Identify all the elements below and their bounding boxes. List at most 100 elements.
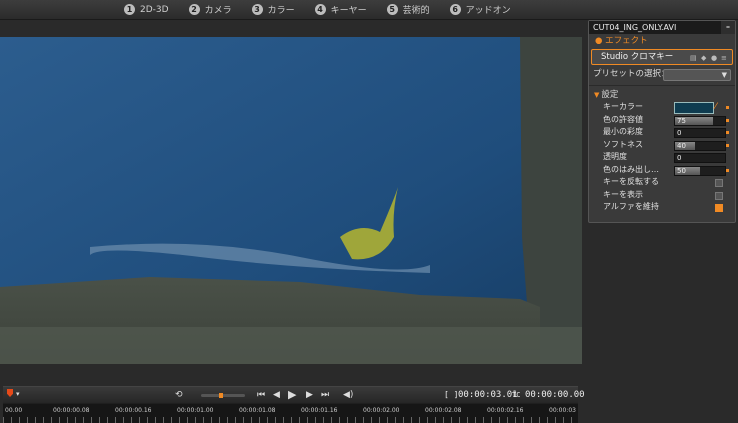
keep-alpha-row: アルファを維持 [589, 201, 735, 214]
transparency-row: 透明度 0 [589, 151, 735, 164]
transparency-label: 透明度 [603, 152, 627, 161]
shuttle-slider[interactable] [201, 393, 245, 398]
spill-slider[interactable]: 50 [674, 165, 726, 176]
eyedropper-icon[interactable]: ⁄ [715, 101, 717, 114]
keyframe-dot[interactable] [726, 118, 729, 122]
key-color-swatch[interactable] [674, 102, 714, 114]
shuttle-knob[interactable] [219, 393, 223, 398]
ruler-label: 00:00:00.16 [115, 407, 152, 414]
go-to-end-icon[interactable]: ⏭ [321, 390, 329, 400]
invert-key-checkbox[interactable] [715, 179, 723, 187]
step-forward-icon[interactable]: ▶ [306, 390, 313, 400]
tab-number: 1 [124, 4, 135, 15]
min-saturation-slider[interactable]: 0 [674, 128, 726, 138]
play-icon[interactable]: ▶ [288, 388, 296, 401]
keyframe-dot[interactable] [726, 168, 729, 172]
tab-number: 6 [449, 4, 461, 15]
min-saturation-label: 最小の彩度 [603, 127, 643, 136]
keep-alpha-label: アルファを維持 [603, 202, 659, 211]
ruler-label: 00:00:02.08 [425, 407, 462, 414]
tab-label: 芸術的 [402, 6, 430, 16]
key-color-row: キーカラー ⁄ [589, 101, 735, 114]
spill-row: 色のはみ出し… 50 [589, 164, 735, 177]
tolerance-row: 色の許容値 75 [589, 114, 735, 127]
keep-alpha-checkbox[interactable] [715, 204, 723, 212]
volume-icon[interactable]: ◀) [343, 390, 353, 400]
step-back-icon[interactable]: ◀ [273, 390, 280, 400]
chevron-down-icon: ▼ [721, 71, 727, 79]
preset-row: プリセットの選択： ▼ [589, 67, 735, 82]
show-key-checkbox[interactable] [715, 191, 723, 200]
ruler-label: 00.00 [5, 407, 23, 414]
tab-number: 3 [251, 4, 263, 15]
toggle-icon[interactable]: ● [711, 51, 717, 65]
keyframe-icon[interactable]: ◆ [701, 51, 706, 65]
triangle-down-icon: ▼ [594, 91, 600, 99]
softness-slider[interactable]: 40 [674, 140, 726, 151]
loop-icon[interactable]: ⟲ [175, 390, 183, 400]
spill-value: 50 [677, 166, 686, 175]
min-saturation-row: 最小の彩度 0 [589, 126, 735, 139]
effect-settings-panel: CUT04_ING_ONLY.AVI – ● エフェクト Studio クロマキ… [588, 20, 736, 223]
tolerance-slider[interactable]: 75 [674, 115, 726, 126]
min-saturation-value: 0 [677, 129, 682, 137]
tab-2d-3d[interactable]: 1 2D-3D [124, 4, 169, 15]
go-to-start-icon[interactable]: ⏮ [257, 390, 265, 400]
duration-value: 00:00:03.01 [458, 390, 518, 400]
tab-label: カラー [267, 6, 295, 16]
settings-header[interactable]: ▼ 設定 [589, 89, 735, 101]
tab-number: 4 [314, 4, 326, 15]
tab-number: 2 [188, 4, 200, 15]
marker-dropdown-icon[interactable]: ▾ [16, 390, 20, 398]
tab-keyer[interactable]: 4 キーヤー [314, 3, 367, 16]
effect-name: Studio クロマキー [601, 52, 674, 62]
settings-label: 設定 [601, 90, 619, 100]
transport-bar: ▾ ⟲ ⏮ ◀ ▶ ▶ ⏭ ◀) [ ] 00:00:03.01 TC 00:0… [3, 387, 585, 403]
duration-icon: [ ] [444, 390, 459, 399]
category-tabs: 1 2D-3D 2 カメラ 3 カラー 4 キーヤー 5 芸術的 6 アッドオン [124, 0, 531, 19]
tab-label: キーヤー [330, 6, 367, 16]
preset-dropdown[interactable]: ▼ [663, 69, 731, 81]
invert-key-row: キーを反転する [589, 176, 735, 189]
effects-section-header[interactable]: ● エフェクト [589, 34, 735, 49]
timeline-ruler[interactable]: 00.00 00:00:00.08 00:00:00.16 00:00:01.0… [3, 404, 578, 423]
marker-icon[interactable] [7, 389, 13, 397]
softness-value: 40 [677, 141, 686, 150]
tab-label: 2D-3D [140, 4, 169, 15]
ruler-label: 00:00:03 [549, 407, 576, 414]
timecode-value: 00:00:00.00 [525, 390, 585, 400]
trash-icon[interactable]: ▤ [690, 51, 697, 65]
preview-frame-image [0, 37, 582, 364]
menu-icon[interactable]: ≡ [721, 51, 727, 65]
show-key-row: キーを表示 [589, 189, 735, 202]
minimize-button[interactable]: – [721, 21, 735, 34]
tab-label: アッドオン [465, 6, 511, 16]
ruler-label: 00:00:02.00 [363, 407, 400, 414]
ruler-label: 00:00:00.08 [53, 407, 90, 414]
transparency-value: 0 [677, 154, 682, 162]
keyframe-dot[interactable] [726, 106, 729, 109]
ruler-label: 00:00:01.08 [239, 407, 276, 414]
keyframe-dot[interactable] [726, 143, 729, 147]
keyframe-dot[interactable] [726, 131, 729, 134]
section-label: エフェクト [605, 36, 648, 46]
tab-label: カメラ [204, 6, 232, 16]
video-preview[interactable] [0, 37, 582, 364]
tab-camera[interactable]: 2 カメラ [188, 3, 232, 16]
transparency-slider[interactable]: 0 [674, 153, 726, 163]
panel-title: CUT04_ING_ONLY.AVI – [589, 21, 735, 34]
ruler-ticks [3, 417, 578, 423]
ruler-label: 00:00:01.00 [177, 407, 214, 414]
tab-color[interactable]: 3 カラー [251, 3, 295, 16]
ruler-label: 00:00:02.16 [487, 407, 524, 414]
tab-artistic[interactable]: 5 芸術的 [386, 3, 430, 16]
tab-number: 5 [386, 4, 398, 15]
key-color-label: キーカラー [603, 102, 643, 111]
spill-label: 色のはみ出し… [603, 164, 659, 174]
timecode-label: TC [512, 391, 521, 399]
effect-category-bar: 1 2D-3D 2 カメラ 3 カラー 4 キーヤー 5 芸術的 6 アッドオン [0, 0, 738, 20]
tab-addon[interactable]: 6 アッドオン [449, 3, 511, 16]
show-key-label: キーを表示 [603, 189, 643, 199]
timeline-area: ▾ ⟲ ⏮ ◀ ▶ ▶ ⏭ ◀) [ ] 00:00:03.01 TC 00:0… [3, 386, 585, 423]
effect-item-chroma-key[interactable]: Studio クロマキー ▤ ◆ ● ≡ [591, 49, 733, 65]
